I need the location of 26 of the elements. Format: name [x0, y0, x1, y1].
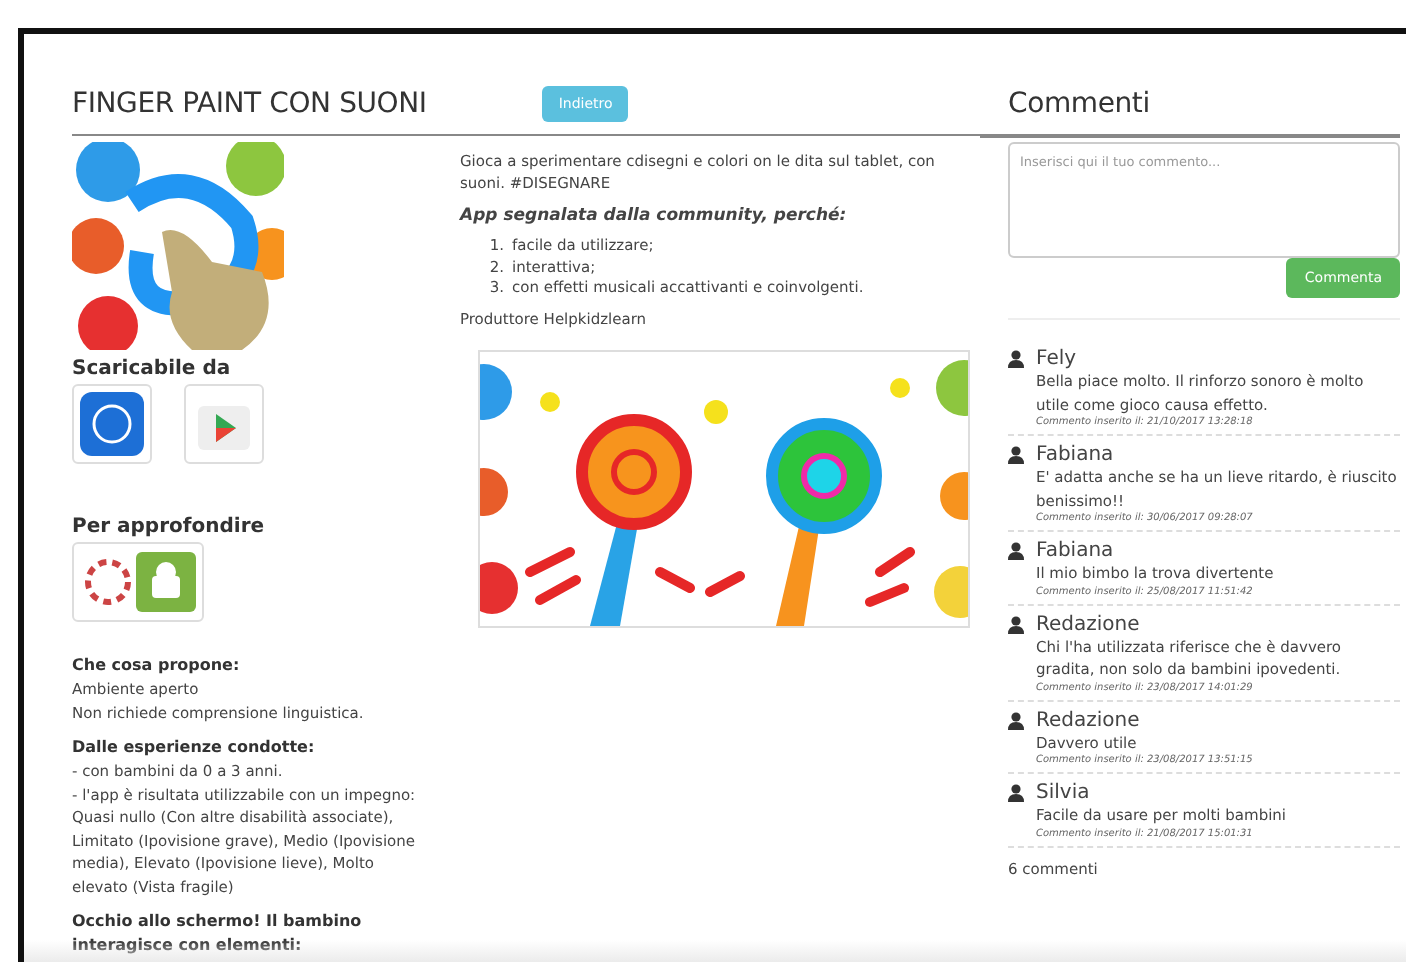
user-icon [1008, 350, 1024, 368]
user-icon [1008, 784, 1024, 802]
app-store-icon [80, 392, 144, 456]
section-heading: Dalle esperienze condotte: [72, 736, 317, 760]
user-icon [1008, 615, 1024, 633]
comment-author: Silvia [1036, 782, 1090, 804]
app-title: FINGER PAINT CON SUONI [72, 88, 427, 120]
comment-author: Fely [1036, 348, 1077, 370]
user-icon [1008, 542, 1024, 560]
user-icon [1008, 711, 1024, 729]
download-heading: Scaricabile da [72, 358, 233, 380]
comment-author: Redazione [1036, 709, 1140, 731]
comment-author: Fabiana [1036, 540, 1114, 562]
app-icon [72, 142, 284, 350]
logo-icon [80, 550, 196, 614]
section-heading: Che cosa propone: [72, 654, 242, 678]
app-store-link[interactable] [72, 384, 152, 464]
comments-heading: Commenti [1008, 88, 1150, 120]
user-icon [1008, 446, 1024, 464]
section-heading: Occhio allo schermo! Il bambino interagisce con elementi: [72, 910, 364, 958]
comment-author: Fabiana [1036, 444, 1114, 466]
more-info-heading: Per approfondire [72, 516, 267, 538]
comment-author: Redazione [1036, 613, 1140, 635]
more-info-link[interactable] [72, 542, 204, 622]
play-store-link[interactable] [184, 384, 264, 464]
reasons-heading: App segnalata dalla community, perché: [460, 206, 849, 228]
